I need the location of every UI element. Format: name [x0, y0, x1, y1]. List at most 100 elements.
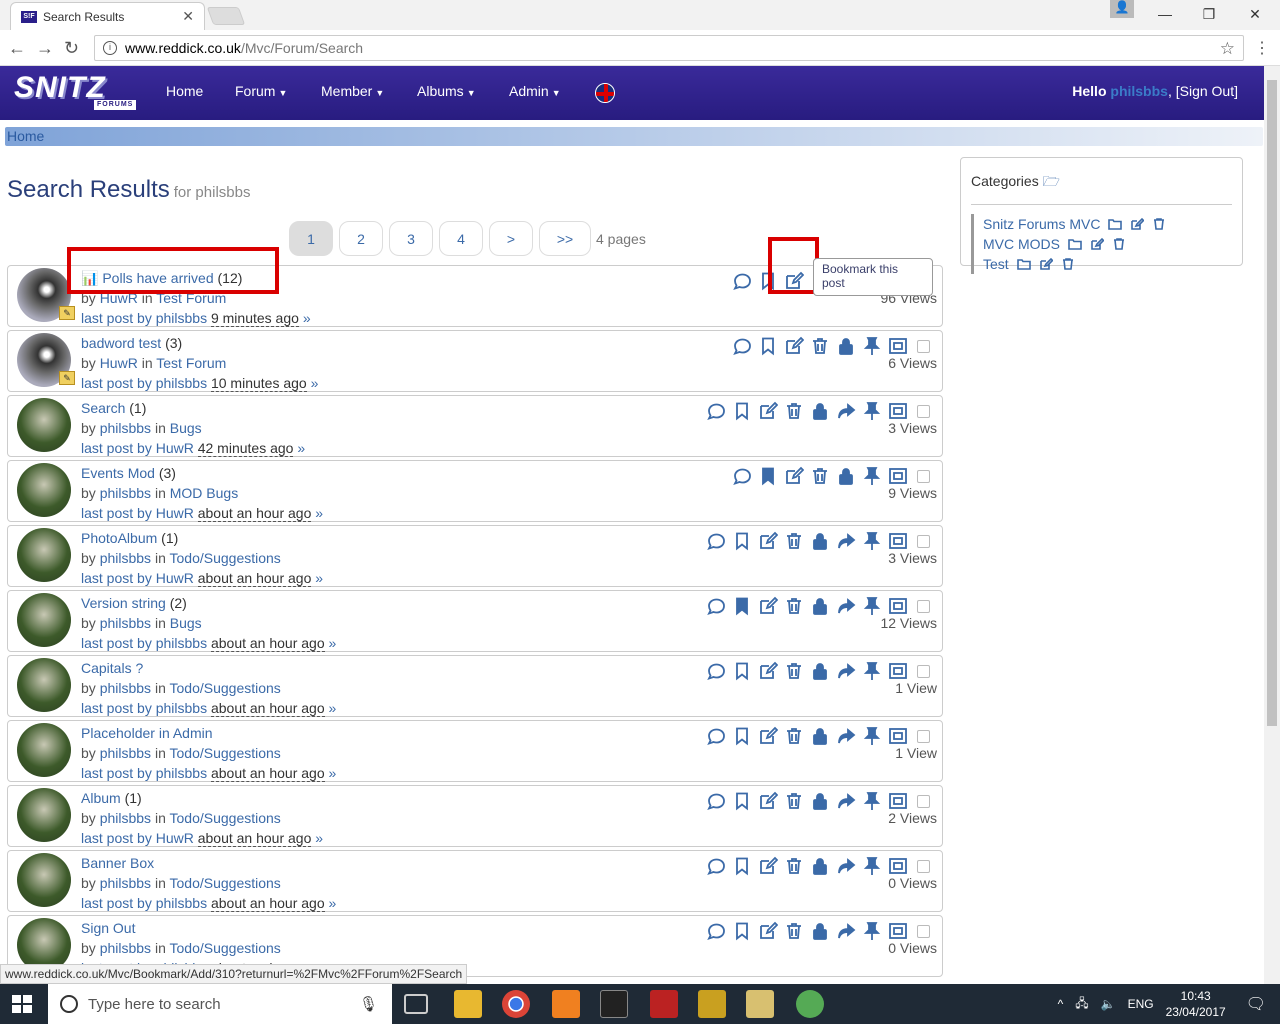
category-label[interactable]: MVC MODS: [983, 234, 1060, 254]
pin-icon[interactable]: [861, 595, 883, 617]
delete-icon[interactable]: [783, 920, 805, 942]
last-post-time[interactable]: about an hour ago: [210, 700, 325, 717]
page-2-button[interactable]: 2: [339, 221, 383, 256]
page-4-button[interactable]: 4: [439, 221, 483, 256]
delete-icon[interactable]: [809, 335, 831, 357]
delete-icon[interactable]: [1152, 217, 1166, 231]
last-poster-link[interactable]: HuwR: [156, 570, 194, 586]
split-icon[interactable]: [887, 725, 909, 747]
delete-icon[interactable]: [783, 660, 805, 682]
last-poster-link[interactable]: HuwR: [156, 830, 194, 846]
folder-icon[interactable]: [1016, 257, 1031, 271]
topic-title-link[interactable]: PhotoAlbum: [81, 530, 157, 546]
goto-last-icon[interactable]: »: [303, 310, 311, 326]
last-poster-link[interactable]: philsbbs: [156, 895, 207, 911]
reload-icon[interactable]: ↻: [64, 38, 79, 59]
bookmark-icon[interactable]: [731, 400, 753, 422]
last-poster-link[interactable]: philsbbs: [156, 635, 207, 651]
last-poster-link[interactable]: philsbbs: [156, 765, 207, 781]
delete-icon[interactable]: [1112, 237, 1126, 251]
split-icon[interactable]: [887, 855, 909, 877]
bookmark-icon[interactable]: [757, 335, 779, 357]
edit-icon[interactable]: [1090, 237, 1104, 251]
last-post-time[interactable]: about an hour ago: [210, 765, 325, 782]
forum-link[interactable]: Todo/Suggestions: [170, 810, 281, 826]
topic-title-link[interactable]: Sign Out: [81, 920, 135, 936]
taskbar-search[interactable]: Type here to search 🎙: [48, 984, 392, 1024]
last-post-time[interactable]: 10 minutes ago: [210, 375, 307, 392]
delete-icon[interactable]: [809, 465, 831, 487]
chrome-icon[interactable]: [502, 990, 530, 1018]
lock-icon[interactable]: [809, 855, 831, 877]
last-post-time[interactable]: 42 minutes ago: [197, 440, 294, 457]
profile-icon[interactable]: 👤: [1110, 0, 1134, 18]
category-item[interactable]: MVC MODS: [971, 234, 1242, 254]
author-link[interactable]: philsbbs: [100, 940, 151, 956]
nav-forum[interactable]: Forum ▼: [235, 83, 287, 99]
author-link[interactable]: philsbbs: [100, 680, 151, 696]
move-icon[interactable]: [835, 595, 857, 617]
nav-member[interactable]: Member ▼: [321, 83, 384, 99]
forum-link[interactable]: Todo/Suggestions: [170, 550, 281, 566]
select-checkbox[interactable]: [917, 730, 930, 743]
browser-tab[interactable]: S!F Search Results ✕: [10, 2, 205, 30]
goto-last-icon[interactable]: »: [315, 505, 323, 521]
last-post-time[interactable]: about an hour ago: [197, 570, 312, 587]
lock-icon[interactable]: [809, 790, 831, 812]
author-link[interactable]: philsbbs: [100, 745, 151, 761]
topic-title-link[interactable]: Version string: [81, 595, 166, 611]
author-link[interactable]: philsbbs: [100, 550, 151, 566]
edit-icon[interactable]: [1130, 217, 1145, 231]
reply-icon[interactable]: [705, 595, 727, 617]
scrollbar-thumb[interactable]: [1267, 80, 1277, 726]
topic-title-link[interactable]: Album: [81, 790, 121, 806]
info-icon[interactable]: i: [103, 41, 117, 55]
select-checkbox[interactable]: [917, 470, 930, 483]
last-post-time[interactable]: about an hour ago: [210, 635, 325, 652]
username-link[interactable]: philsbbs: [1110, 83, 1168, 99]
goto-last-icon[interactable]: »: [315, 570, 323, 586]
task-view-icon[interactable]: [404, 994, 428, 1014]
last-post-time[interactable]: 9 minutes ago: [210, 310, 299, 327]
author-link[interactable]: philsbbs: [100, 485, 151, 501]
breadcrumb-home[interactable]: Home: [5, 128, 44, 144]
move-icon[interactable]: [835, 725, 857, 747]
folder-icon[interactable]: [1068, 237, 1082, 251]
author-link[interactable]: philsbbs: [100, 420, 151, 436]
select-checkbox[interactable]: [917, 665, 930, 678]
author-link[interactable]: philsbbs: [100, 615, 151, 631]
topic-title-link[interactable]: Banner Box: [81, 855, 154, 871]
lock-icon[interactable]: [809, 400, 831, 422]
goto-last-icon[interactable]: »: [311, 375, 319, 391]
volume-icon[interactable]: 🔈: [1101, 997, 1116, 1011]
category-item[interactable]: Test: [971, 254, 1242, 274]
reply-icon[interactable]: [705, 855, 727, 877]
goto-last-icon[interactable]: »: [329, 635, 337, 651]
forum-link[interactable]: Bugs: [170, 420, 202, 436]
next-page-button[interactable]: >: [489, 221, 533, 256]
page-1-button[interactable]: 1: [289, 221, 333, 256]
last-poster-link[interactable]: HuwR: [156, 505, 194, 521]
category-label[interactable]: Snitz Forums MVC: [983, 214, 1100, 234]
pin-icon[interactable]: [861, 855, 883, 877]
pin-icon[interactable]: [861, 400, 883, 422]
move-icon[interactable]: [835, 920, 857, 942]
select-checkbox[interactable]: [917, 925, 930, 938]
split-icon[interactable]: [887, 790, 909, 812]
last-poster-link[interactable]: philsbbs: [156, 375, 207, 391]
move-icon[interactable]: [835, 790, 857, 812]
forum-link[interactable]: Todo/Suggestions: [170, 875, 281, 891]
select-checkbox[interactable]: [917, 600, 930, 613]
reply-icon[interactable]: [731, 465, 753, 487]
reply-icon[interactable]: [705, 400, 727, 422]
forum-link[interactable]: Todo/Suggestions: [170, 940, 281, 956]
back-icon[interactable]: ←: [8, 38, 26, 59]
edit-icon[interactable]: [757, 725, 779, 747]
windows-start-icon[interactable]: [12, 995, 32, 1013]
split-icon[interactable]: [887, 920, 909, 942]
move-icon[interactable]: [835, 400, 857, 422]
forum-link[interactable]: Bugs: [170, 615, 202, 631]
reply-icon[interactable]: [731, 270, 753, 292]
move-icon[interactable]: [835, 855, 857, 877]
lock-icon[interactable]: [835, 465, 857, 487]
